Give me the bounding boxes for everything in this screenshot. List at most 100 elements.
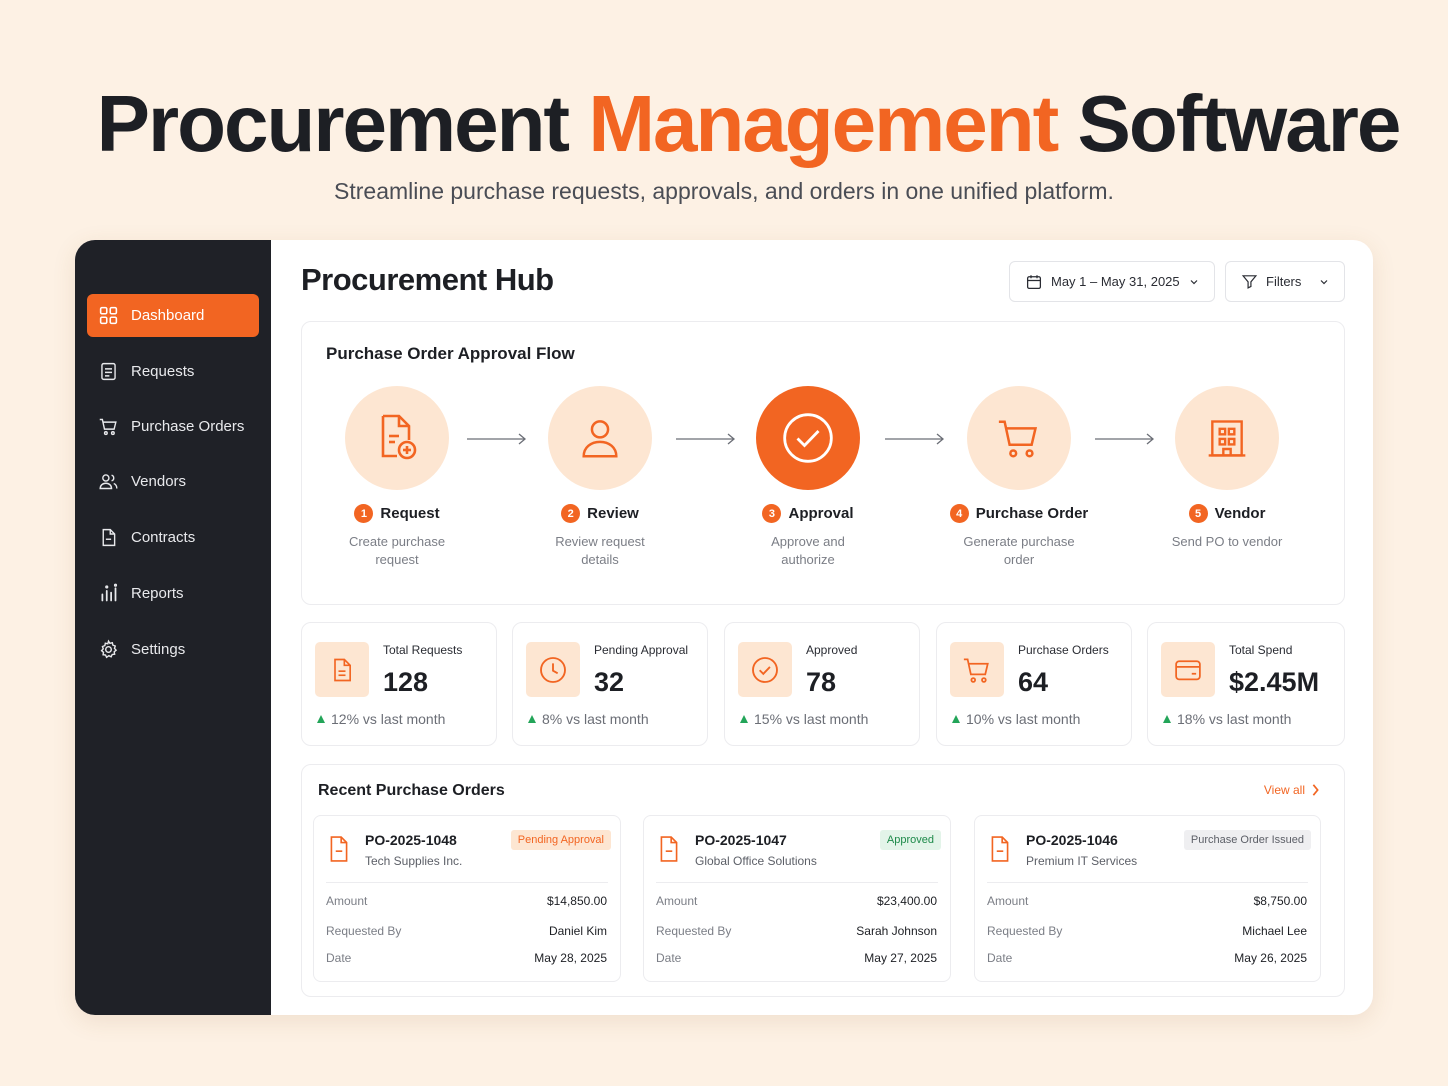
chevron-down-icon: [1190, 279, 1198, 284]
app-window: Dashboard Requests Purchase Orders Vendo…: [75, 240, 1373, 1015]
step-title: Approval: [788, 505, 854, 522]
calendar-icon: [1026, 274, 1042, 289]
sidebar-item-label: Reports: [131, 585, 184, 602]
flow-step-purchase-order[interactable]: 4 Purchase Order Generate purchase order: [924, 386, 1114, 569]
po-vendor: Global Office Solutions: [695, 854, 817, 868]
sidebar-item-dashboard[interactable]: Dashboard: [87, 294, 259, 337]
sidebar-item-purchase-orders[interactable]: Purchase Orders: [87, 405, 259, 448]
status-badge: Approved: [879, 830, 941, 850]
step-number: 5: [1188, 504, 1208, 523]
po-number: PO-2025-1048: [365, 832, 457, 848]
filter-icon: [1241, 275, 1258, 289]
wallet-icon: [1175, 659, 1201, 680]
stat-label: Purchase Orders: [1018, 643, 1109, 657]
step-icon-circle: [548, 386, 652, 490]
date-range-picker[interactable]: May 1 – May 31, 2025: [1009, 261, 1215, 302]
filters-label: Filters: [1266, 274, 1302, 289]
approval-flow-title: Purchase Order Approval Flow: [326, 344, 575, 363]
sidebar: Dashboard Requests Purchase Orders Vendo…: [75, 240, 271, 1015]
stat-card-purchase-orders[interactable]: Purchase Orders 64 10% vs last month: [936, 622, 1132, 746]
building-icon: [1208, 420, 1246, 457]
sidebar-item-label: Purchase Orders: [131, 418, 245, 435]
po-vendor: Tech Supplies Inc.: [365, 854, 463, 868]
step-description: Generate purchase order: [963, 534, 1075, 567]
requested-by-label: Requested By: [656, 924, 732, 938]
approval-flow-panel: Purchase Order Approval Flow 1 Request Cr…: [301, 321, 1345, 605]
status-badge: Purchase Order Issued: [1183, 830, 1311, 850]
bar-chart-icon: [101, 583, 118, 602]
date-value: May 26, 2025: [1234, 951, 1307, 965]
step-icon-circle: [1175, 386, 1279, 490]
user-icon: [582, 420, 618, 458]
hero-title-part1: Procurement: [96, 79, 570, 168]
step-description: Send PO to vendor: [1171, 534, 1283, 549]
view-all-label: View all: [1263, 783, 1305, 797]
amount-value: $23,400.00: [876, 894, 937, 908]
amount-value: $14,850.00: [546, 894, 607, 908]
stat-card-approved[interactable]: Approved 78 15% vs last month: [724, 622, 920, 746]
file-icon: [660, 836, 678, 862]
cart-icon: [99, 418, 117, 436]
date-label: Date: [656, 951, 682, 965]
step-number: 3: [762, 504, 782, 523]
view-all-link[interactable]: View all: [1264, 783, 1320, 797]
date-label: Date: [326, 951, 352, 965]
clock-icon: [540, 656, 566, 683]
stat-card-total-requests[interactable]: Total Requests 128 12% vs last month: [301, 622, 497, 746]
stat-trend: 12% vs last month: [331, 711, 446, 727]
users-icon: [99, 474, 118, 490]
date-label: Date: [987, 951, 1013, 965]
flow-step-review[interactable]: 2 Review Review request details: [505, 386, 695, 569]
step-icon-circle: [967, 386, 1071, 490]
main-content: Procurement Hub May 1 – May 31, 2025 Fil…: [271, 240, 1373, 1015]
sidebar-item-requests[interactable]: Requests: [87, 350, 259, 393]
stat-value: 64: [1018, 667, 1049, 697]
stat-card-total-spend[interactable]: Total Spend $2.45M 18% vs last month: [1147, 622, 1345, 746]
flow-step-request[interactable]: 1 Request Create purchase request: [302, 386, 492, 569]
document-list-icon: [101, 362, 116, 381]
trend-up-icon: [1163, 715, 1171, 723]
file-plus-icon: [381, 414, 417, 460]
flow-step-vendor[interactable]: 5 Vendor Send PO to vendor: [1132, 386, 1322, 551]
po-card[interactable]: PO-2025-1048 Tech Supplies Inc. Pending …: [313, 815, 621, 982]
po-card[interactable]: PO-2025-1046 Premium IT Services Purchas…: [974, 815, 1321, 982]
filters-button[interactable]: Filters: [1225, 261, 1345, 302]
flow-step-approval[interactable]: 3 Approval Approve and authorize: [713, 386, 903, 569]
date-range-label: May 1 – May 31, 2025: [1051, 274, 1180, 289]
check-circle-icon: [752, 656, 778, 683]
file-icon: [334, 658, 351, 681]
step-icon-circle: [345, 386, 449, 490]
chevron-right-icon: [1312, 784, 1319, 796]
trend-up-icon: [317, 715, 325, 723]
sidebar-item-label: Vendors: [131, 473, 187, 490]
status-badge: Pending Approval: [510, 830, 611, 850]
hero-title-accent: Management: [588, 79, 1059, 168]
trend-up-icon: [952, 715, 960, 723]
hero-title: Procurement Management Software: [0, 78, 1448, 170]
step-title: Vendor: [1214, 505, 1266, 522]
sidebar-item-reports[interactable]: Reports: [87, 572, 259, 615]
stat-card-pending-approval[interactable]: Pending Approval 32 8% vs last month: [512, 622, 708, 746]
sidebar-item-contracts[interactable]: Contracts: [87, 516, 259, 559]
cart-icon: [963, 658, 989, 683]
sidebar-item-label: Dashboard: [131, 307, 205, 324]
file-icon: [330, 836, 348, 862]
stat-label: Pending Approval: [594, 643, 689, 657]
stat-value: 128: [383, 667, 429, 697]
trend-up-icon: [528, 715, 536, 723]
step-number: 4: [949, 504, 969, 523]
page-title: Procurement Hub: [301, 262, 554, 297]
step-number: 1: [354, 504, 374, 523]
gear-icon: [100, 639, 118, 659]
po-card[interactable]: PO-2025-1047 Global Office Solutions App…: [643, 815, 951, 982]
po-number: PO-2025-1047: [695, 832, 787, 848]
step-title: Request: [380, 505, 440, 522]
sidebar-item-vendors[interactable]: Vendors: [87, 460, 259, 503]
po-vendor: Premium IT Services: [1026, 854, 1138, 868]
stat-trend: 10% vs last month: [966, 711, 1081, 727]
stat-label: Total Spend: [1229, 643, 1293, 657]
hero-subtitle: Streamline purchase requests, approvals,…: [334, 178, 1114, 204]
stat-label: Total Requests: [383, 643, 463, 657]
sidebar-item-settings[interactable]: Settings: [87, 628, 259, 671]
requested-by-value: Sarah Johnson: [856, 924, 937, 938]
